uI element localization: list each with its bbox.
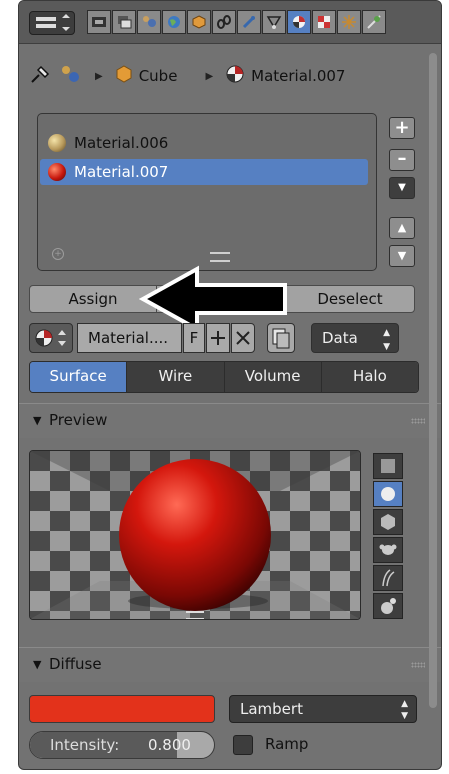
material-ball-icon [48,134,66,152]
editor-type-icon[interactable] [29,11,75,35]
ramp-label: Ramp [265,735,309,753]
material-icon[interactable] [287,10,311,34]
material-type-tabs: Surface Wire Volume Halo [29,361,419,393]
diffuse-section-header[interactable]: ▼ Diffuse [19,647,441,682]
section-title: Diffuse [49,655,102,673]
intensity-label: Intensity: [50,736,120,754]
resize-grip[interactable] [186,611,204,619]
scene-icon [59,63,83,89]
preview-cube-icon[interactable] [373,509,403,535]
material-name-field[interactable]: Material.... [77,323,182,353]
link-type-dropdown[interactable]: Data ▲ ▼ [311,323,399,353]
texture-icon[interactable] [312,10,336,34]
diffuse-shader-dropdown[interactable]: Lambert ▲ ▼ [229,695,417,723]
breadcrumb-material: Material.007 [251,67,346,85]
plus-icon[interactable]: + [389,117,415,139]
render-icon[interactable] [87,10,111,34]
constraints-icon[interactable] [212,10,236,34]
context-tabs [87,10,387,34]
collapse-triangle-icon: ▼ [33,658,42,671]
slot-specials-menu[interactable]: ▼ [389,177,415,199]
preview-hair-icon[interactable] [373,565,403,591]
preview-monkey-icon[interactable] [373,537,403,563]
assign-button[interactable]: Assign [29,285,157,313]
scrollbar[interactable] [429,53,437,708]
pin-icon[interactable] [29,64,51,88]
chevron-up-down-icon: ▲ ▼ [401,699,408,721]
preview-sphere-icon[interactable] [373,481,403,507]
chevron-right-icon: ▶ [205,70,214,82]
ramp-checkbox[interactable] [233,735,253,755]
deselect-button[interactable]: Deselect [285,285,415,313]
move-down-icon[interactable]: ▼ [389,245,415,267]
preview-flat-icon[interactable] [373,453,403,479]
breadcrumb-object: Cube [138,67,178,85]
drag-handle-icon[interactable] [411,662,425,668]
collapse-triangle-icon: ▼ [33,414,42,427]
new-material-icon[interactable] [206,323,230,353]
particles-icon[interactable] [337,10,361,34]
resize-grip[interactable] [210,252,230,262]
tab-surface[interactable]: Surface [30,362,128,392]
diffuse-shader-value: Lambert [240,700,303,718]
data-icon[interactable] [262,10,286,34]
screenshot-frame: ▶ Cube ▶ Material.007 Material.006 Mater… [0,0,449,774]
preview-section-header[interactable]: ▼ Preview [19,403,441,438]
material-ball-icon [225,64,245,88]
copy-material-icon[interactable] [267,323,295,353]
scene-icon[interactable] [137,10,161,34]
material-slot-list[interactable]: Material.006 Material.007 + [37,113,377,271]
preview-sphere-sky-icon[interactable] [373,593,403,619]
world-icon[interactable] [162,10,186,34]
link-type-value: Data [322,329,358,347]
chevron-right-icon: ▶ [95,70,103,82]
drag-handle-icon[interactable] [411,418,425,424]
diffuse-color-swatch[interactable] [29,695,215,723]
render-layers-icon[interactable] [112,10,136,34]
slot-label: Material.007 [74,163,169,181]
fake-user-button[interactable]: F [183,323,205,353]
tab-halo[interactable]: Halo [321,362,418,392]
cube-icon [115,65,133,87]
material-ball-icon [48,163,66,181]
list-filter-icon[interactable]: + [52,248,64,260]
list-item[interactable]: Material.007 [40,159,368,185]
modifiers-icon[interactable] [237,10,261,34]
properties-panel: ▶ Cube ▶ Material.007 Material.006 Mater… [18,0,442,770]
unlink-icon[interactable] [231,323,255,353]
chevron-up-down-icon: ▲ ▼ [383,328,390,352]
breadcrumb: ▶ Cube ▶ Material.007 [29,61,345,91]
list-item[interactable]: Material.006 [40,130,368,156]
tab-wire[interactable]: Wire [127,362,225,392]
intensity-slider[interactable]: Intensity: 0.800 [29,731,215,759]
object-icon[interactable] [187,10,211,34]
slot-label: Material.006 [74,134,169,152]
tab-volume[interactable]: Volume [224,362,322,392]
minus-icon[interactable]: – [389,149,415,171]
physics-icon[interactable] [362,10,386,34]
section-title: Preview [49,411,108,429]
properties-header [19,1,441,44]
material-preview [29,450,361,620]
move-up-icon[interactable]: ▲ [389,217,415,239]
intensity-value: 0.800 [148,736,191,754]
material-browse-button[interactable] [29,323,73,353]
